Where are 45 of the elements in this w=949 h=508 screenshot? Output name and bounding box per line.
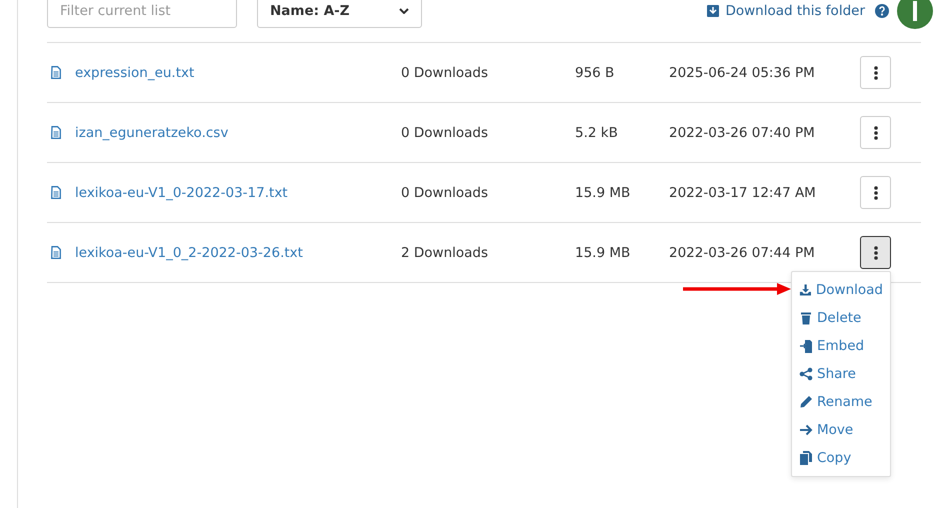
menu-item[interactable]: Copy <box>792 444 890 472</box>
file-date: 2025-06-24 05:36 PM <box>669 64 816 80</box>
file-date: 2022-03-26 07:44 PM <box>669 244 816 260</box>
menu-item[interactable]: Share <box>792 360 890 388</box>
delete-icon <box>799 311 813 325</box>
sort-dropdown[interactable]: Name: A-Z <box>257 0 422 28</box>
file-size: 956 B <box>575 64 616 80</box>
vertical-dots-icon <box>874 66 878 80</box>
download-folder-link[interactable]: Download this folder <box>725 3 865 19</box>
file-link[interactable]: lexikoa-eu-V1_0_2-2022-03-26.txt <box>75 244 303 260</box>
download-icon <box>707 5 720 17</box>
menu-item[interactable]: Delete <box>792 304 890 332</box>
download-icon <box>799 283 812 297</box>
move-icon <box>799 423 813 437</box>
file-size: 5.2 kB <box>575 124 619 140</box>
file-date: 2022-03-17 12:47 AM <box>669 184 817 200</box>
caret-icon <box>399 8 409 14</box>
file-icon <box>51 246 61 259</box>
embed-icon <box>799 339 813 353</box>
file-link[interactable]: lexikoa-eu-V1_0-2022-03-17.txt <box>75 184 288 200</box>
file-icon <box>51 186 61 199</box>
menu-item[interactable]: Move <box>792 416 890 444</box>
share-icon <box>799 367 813 381</box>
file-date: 2022-03-26 07:40 PM <box>669 124 816 140</box>
file-size: 15.9 MB <box>575 244 632 260</box>
menu-item[interactable]: Download <box>792 276 890 304</box>
rename-icon <box>799 395 813 409</box>
menu-item[interactable]: Rename <box>792 388 890 416</box>
download-count: 0 Downloads <box>401 124 490 140</box>
file-icon <box>51 126 61 139</box>
copy-icon <box>799 451 813 465</box>
file-link[interactable]: expression_eu.txt <box>75 64 194 80</box>
file-size: 15.9 MB <box>575 184 632 200</box>
more-options-button[interactable] <box>860 236 891 269</box>
vertical-dots-icon <box>874 246 878 260</box>
vertical-dots-icon <box>874 126 878 140</box>
menu-item[interactable]: Embed <box>792 332 890 360</box>
vertical-dots-icon <box>874 186 878 200</box>
help-icon[interactable] <box>875 4 889 18</box>
download-count: 0 Downloads <box>401 184 490 200</box>
file-icon <box>51 66 61 79</box>
download-count: 2 Downloads <box>401 244 490 260</box>
download-count: 0 Downloads <box>401 64 490 80</box>
file-link[interactable]: izan_eguneratzeko.csv <box>75 124 228 140</box>
filter-input[interactable]: Filter current list <box>47 0 237 28</box>
